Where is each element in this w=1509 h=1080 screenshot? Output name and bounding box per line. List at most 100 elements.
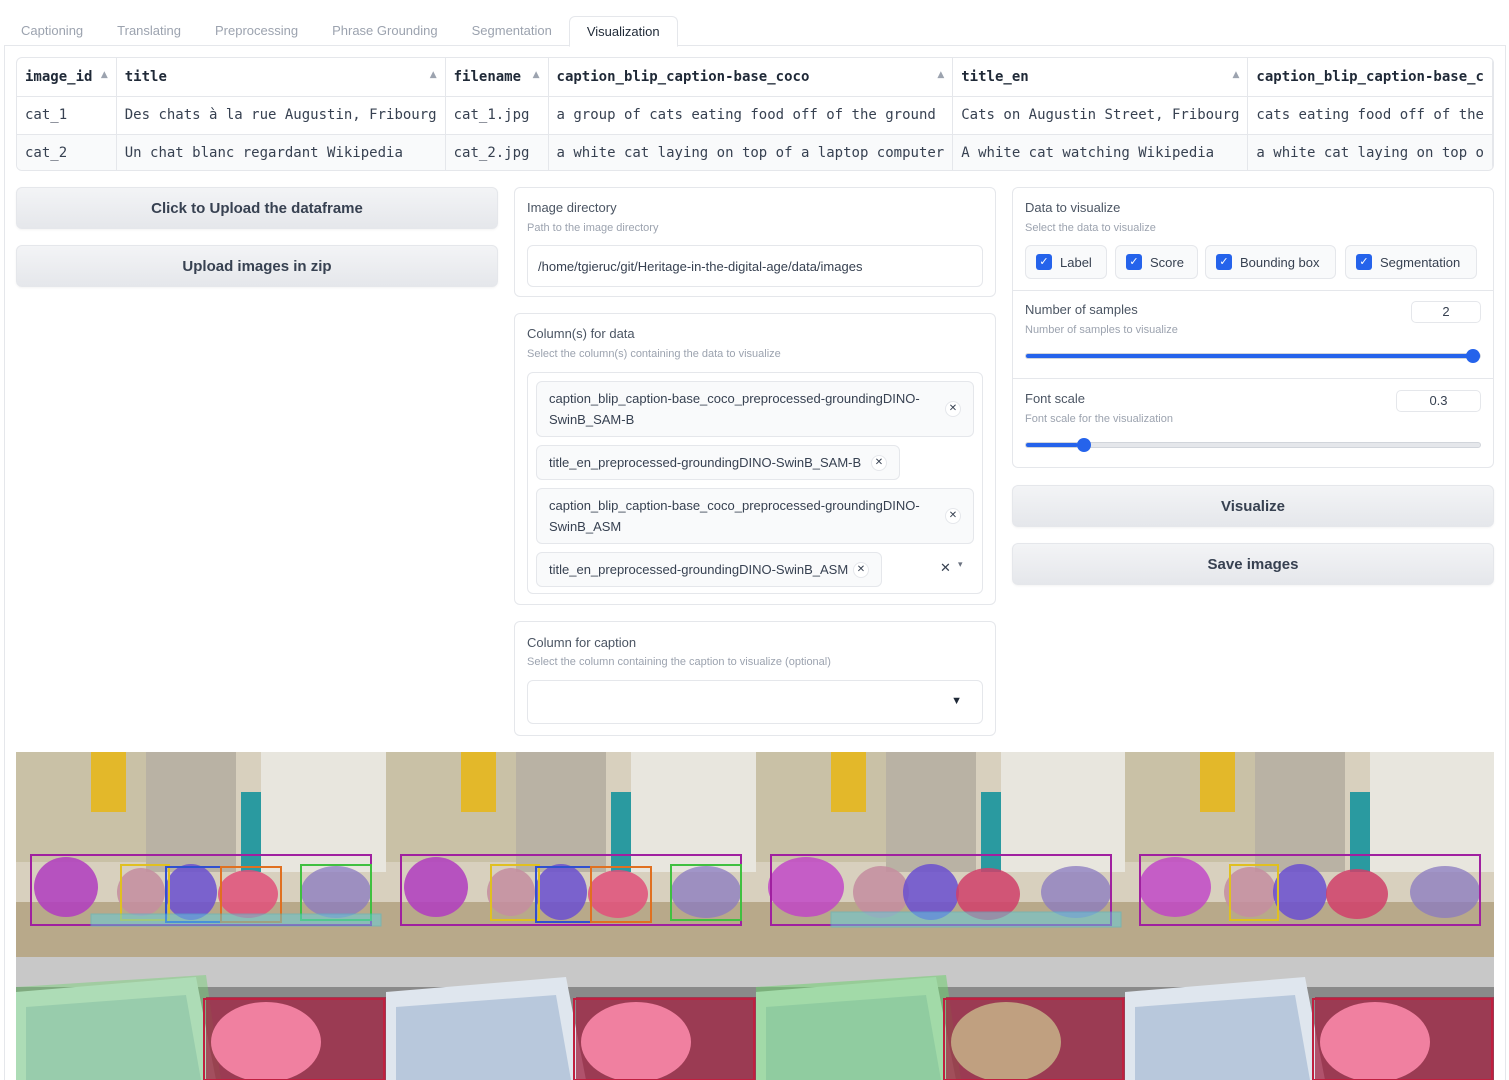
- save-images-button[interactable]: Save images: [1012, 543, 1494, 585]
- table-cell[interactable]: Un chat blanc regardant Wikipedia: [116, 134, 446, 170]
- column-header[interactable]: caption_blip_caption-base_coco ▲: [548, 58, 954, 97]
- font-scale-slider[interactable]: [1025, 438, 1481, 452]
- checkmark-icon[interactable]: ✓: [1216, 254, 1232, 270]
- num-samples-input[interactable]: 2: [1411, 301, 1481, 323]
- data-to-visualize-info: Select the data to visualize: [1025, 222, 1156, 234]
- sort-icon[interactable]: ▲: [533, 70, 540, 80]
- chip-label: title_en_preprocessed-groundingDINO-Swin…: [549, 562, 849, 577]
- column-header[interactable]: image_id ▲: [17, 58, 117, 97]
- sort-icon[interactable]: ▲: [430, 70, 437, 80]
- sort-icon[interactable]: ▲: [101, 70, 108, 80]
- image-directory-label: Image directory: [527, 200, 617, 215]
- dropdown-arrow-icon[interactable]: ▾: [958, 559, 963, 570]
- checkbox-label[interactable]: ✓ Label: [1025, 245, 1107, 279]
- table-row: cat_2 Un chat blanc regardant Wikipedia …: [17, 134, 1493, 170]
- image-directory-info: Path to the image directory: [527, 222, 659, 234]
- slider-fill: [1026, 354, 1480, 358]
- output-gallery: [16, 752, 1494, 1080]
- slider-fill: [1026, 443, 1079, 447]
- header-label: title_en: [961, 68, 1029, 85]
- checkbox-text: Bounding box: [1240, 254, 1320, 270]
- table-row: cat_1 Des chats à la rue Augustin, Fribo…: [17, 96, 1493, 135]
- selected-chip: title_en_preprocessed-groundingDINO-Swin…: [536, 445, 900, 480]
- columns-data-label: Column(s) for data: [527, 326, 635, 341]
- checkbox-text: Score: [1150, 254, 1184, 270]
- chip-label: title_en_preprocessed-groundingDINO-Swin…: [549, 455, 862, 470]
- output-image[interactable]: [756, 752, 1125, 957]
- tab-visualization[interactable]: Visualization: [568, 16, 678, 47]
- chip-label: caption_blip_caption-base_coco_preproces…: [549, 391, 920, 406]
- checkmark-icon[interactable]: ✓: [1356, 254, 1372, 270]
- table-cell[interactable]: cat_1.jpg: [445, 96, 549, 135]
- tab-bar: Captioning Translating Preprocessing Phr…: [4, 16, 1506, 47]
- remove-chip-icon[interactable]: ✕: [853, 562, 869, 578]
- num-samples-label: Number of samples: [1025, 302, 1138, 317]
- clear-all-icon[interactable]: ✕: [940, 560, 951, 576]
- table-cell[interactable]: a white cat laying on top of a laptop co…: [548, 134, 954, 170]
- column-caption-label: Column for caption: [527, 635, 637, 650]
- column-header[interactable]: filename ▲: [445, 58, 549, 97]
- header-label: image_id: [25, 68, 93, 85]
- table-cell[interactable]: cat_2: [17, 134, 117, 170]
- tab-phrase-grounding[interactable]: Phrase Grounding: [315, 16, 455, 46]
- remove-chip-icon[interactable]: ✕: [945, 401, 961, 417]
- tab-segmentation[interactable]: Segmentation: [455, 16, 569, 46]
- column-caption-dropdown[interactable]: ▼: [527, 680, 983, 724]
- table-cell[interactable]: a group of cats eating food off of the g…: [548, 96, 954, 135]
- header-label: caption_blip_caption-base_c: [1256, 68, 1484, 85]
- column-caption-info: Select the column containing the caption…: [527, 656, 831, 668]
- upload-zip-button[interactable]: Upload images in zip: [16, 245, 498, 287]
- font-scale-info: Font scale for the visualization: [1025, 413, 1173, 425]
- upload-dataframe-button[interactable]: Click to Upload the dataframe: [16, 187, 498, 229]
- columns-multiselect[interactable]: caption_blip_caption-base_coco_preproces…: [527, 372, 983, 594]
- tab-translating[interactable]: Translating: [100, 16, 198, 46]
- chip-label: SwinB_ASM: [549, 519, 622, 534]
- checkbox-bounding-box[interactable]: ✓ Bounding box: [1205, 245, 1336, 279]
- output-image[interactable]: [386, 752, 756, 957]
- table-cell[interactable]: A white cat watching Wikipedia: [952, 134, 1249, 170]
- tab-preprocessing[interactable]: Preprocessing: [198, 16, 315, 46]
- checkmark-icon[interactable]: ✓: [1126, 254, 1142, 270]
- sort-icon[interactable]: ▲: [1232, 70, 1239, 80]
- column-caption-panel: Column for caption Select the column con…: [514, 621, 996, 736]
- output-image[interactable]: [756, 957, 1125, 1080]
- columns-data-panel: Column(s) for data Select the column(s) …: [514, 313, 996, 605]
- output-image[interactable]: [1125, 752, 1494, 957]
- table-cell[interactable]: cat_1: [17, 96, 117, 135]
- remove-chip-icon[interactable]: ✕: [945, 508, 961, 524]
- checkbox-text: Label: [1060, 254, 1092, 270]
- header-label: filename: [453, 68, 522, 85]
- sort-icon[interactable]: ▲: [937, 70, 944, 80]
- checkbox-score[interactable]: ✓ Score: [1115, 245, 1198, 279]
- table-cell[interactable]: Cats on Augustin Street, Fribourg: [952, 96, 1249, 135]
- dataframe-table: image_id ▲ title ▲ filename ▲ caption_blip_…: [16, 57, 1494, 171]
- slider-thumb[interactable]: [1076, 438, 1091, 452]
- output-image[interactable]: [386, 957, 756, 1080]
- header-label: title: [124, 68, 167, 85]
- font-scale-input[interactable]: 0.3: [1396, 390, 1481, 412]
- tab-captioning[interactable]: Captioning: [4, 16, 100, 46]
- visualize-button[interactable]: Visualize: [1012, 485, 1494, 527]
- checkmark-icon[interactable]: ✓: [1036, 254, 1052, 270]
- table-cell[interactable]: cats eating food off of the: [1247, 96, 1493, 135]
- column-header[interactable]: title_en ▲: [952, 58, 1249, 97]
- selected-chip: caption_blip_caption-base_coco_preproces…: [536, 381, 974, 437]
- table-cell[interactable]: cat_2.jpg: [445, 134, 549, 170]
- output-image[interactable]: [16, 957, 386, 1080]
- column-header[interactable]: title ▲: [116, 58, 446, 97]
- column-header[interactable]: caption_blip_caption-base_c: [1247, 58, 1493, 97]
- divider: [1013, 378, 1493, 379]
- slider-thumb[interactable]: [1466, 349, 1480, 363]
- image-directory-input[interactable]: /home/tgieruc/git/Heritage-in-the-digita…: [527, 245, 983, 287]
- output-image[interactable]: [1125, 957, 1494, 1080]
- remove-chip-icon[interactable]: ✕: [871, 455, 887, 471]
- selected-chip: title_en_preprocessed-groundingDINO-Swin…: [536, 552, 882, 587]
- dropdown-arrow-icon[interactable]: ▼: [951, 695, 962, 707]
- image-directory-panel: Image directory Path to the image direct…: [514, 187, 996, 297]
- num-samples-slider[interactable]: [1025, 349, 1481, 363]
- output-image[interactable]: [16, 752, 386, 957]
- chip-label: caption_blip_caption-base_coco_preproces…: [549, 498, 920, 513]
- table-cell[interactable]: Des chats à la rue Augustin, Fribourg: [116, 96, 446, 135]
- checkbox-segmentation[interactable]: ✓ Segmentation: [1345, 245, 1477, 279]
- table-cell[interactable]: a white cat laying on top o: [1247, 134, 1493, 170]
